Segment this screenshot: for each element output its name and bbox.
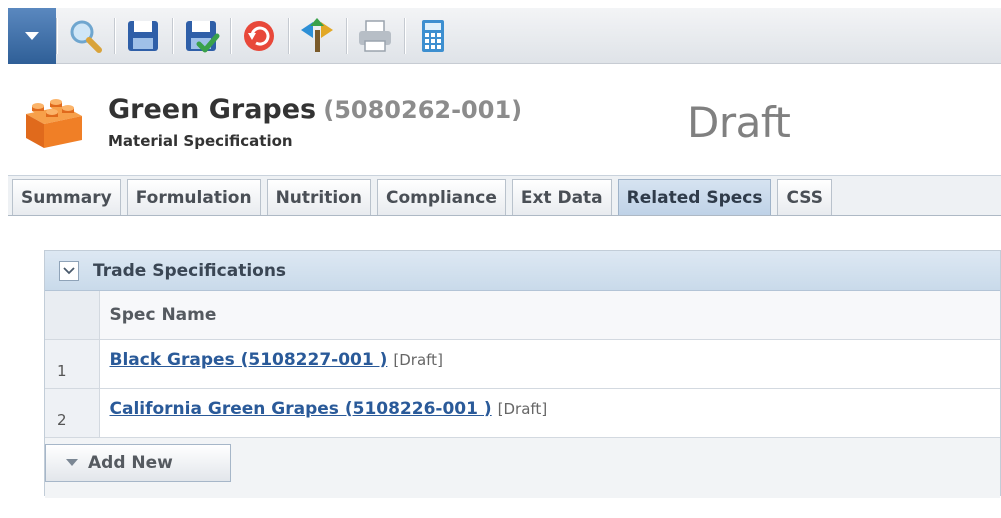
print-button[interactable] <box>346 8 404 64</box>
table-row: 2 California Green Grapes (5108226-001 )… <box>45 388 1000 438</box>
page-title: Green Grapes (5080262-001) <box>108 94 522 125</box>
calculator-button[interactable] <box>404 8 462 64</box>
collapse-button[interactable] <box>59 260 79 281</box>
tab-formulation[interactable]: Formulation <box>126 179 261 215</box>
spec-link[interactable]: Black Grapes (5108227-001 ) <box>110 350 388 370</box>
tab-summary[interactable]: Summary <box>12 179 121 215</box>
material-block-icon <box>26 99 82 148</box>
tab-nutrition[interactable]: Nutrition <box>266 179 371 215</box>
specs-table: Spec Name 1 Black Grapes (5108227-001 ) [… <box>45 291 1000 438</box>
add-new-label: Add New <box>88 452 173 473</box>
add-new-button[interactable]: Add New <box>45 443 231 482</box>
tab-compliance[interactable]: Compliance <box>376 179 506 215</box>
tab-related-specs[interactable]: Related Specs <box>617 179 772 215</box>
tab-bar: Summary Formulation Nutrition Compliance… <box>8 176 1001 216</box>
search-button[interactable] <box>56 8 114 64</box>
tab-ext-data[interactable]: Ext Data <box>511 179 612 215</box>
row-number: 1 <box>45 339 100 389</box>
panel-footer: Add New <box>45 437 1000 498</box>
undo-icon <box>244 20 274 51</box>
column-header-spec-name[interactable]: Spec Name <box>99 291 1000 340</box>
table-row: 1 Black Grapes (5108227-001 ) [Draft] <box>45 339 1000 389</box>
spec-name-cell: California Green Grapes (5108226-001 ) [D… <box>99 388 1000 438</box>
print-icon <box>359 19 391 52</box>
workflow-button[interactable] <box>288 8 346 64</box>
spec-status: [Draft] <box>497 399 548 418</box>
status-label: Draft <box>687 98 791 147</box>
menu-dropdown-button[interactable] <box>8 7 56 64</box>
spec-header: Green Grapes (5080262-001) Material Spec… <box>8 64 1001 176</box>
search-icon <box>70 20 102 53</box>
save-and-close-icon <box>186 20 220 52</box>
row-number: 2 <box>45 388 100 438</box>
toolbar <box>8 7 1001 64</box>
spec-status: [Draft] <box>393 350 443 369</box>
spec-code: (5080262-001) <box>323 96 523 124</box>
save-icon <box>128 20 158 51</box>
panel-title: Trade Specifications <box>93 260 287 281</box>
row-number-header <box>45 291 100 340</box>
spec-name: Green Grapes <box>108 94 317 125</box>
workflow-icon <box>301 17 333 52</box>
spec-name-cell: Black Grapes (5108227-001 ) [Draft] <box>99 339 1000 389</box>
spec-type: Material Specification <box>108 132 293 150</box>
trade-specifications-panel: Trade Specifications Spec Name 1 Black G… <box>44 250 1001 498</box>
chevron-down-icon <box>63 266 75 274</box>
panel-header: Trade Specifications <box>45 251 1000 291</box>
tab-css[interactable]: CSS <box>777 179 832 215</box>
save-and-close-button[interactable] <box>172 8 230 64</box>
undo-button[interactable] <box>230 8 288 64</box>
spec-link[interactable]: California Green Grapes (5108226-001 ) <box>110 399 492 419</box>
table-header-row: Spec Name <box>45 291 1000 340</box>
chevron-down-icon <box>25 31 39 40</box>
dropdown-arrow-icon <box>66 459 78 466</box>
calculator-icon <box>422 19 444 52</box>
save-button[interactable] <box>114 8 172 64</box>
